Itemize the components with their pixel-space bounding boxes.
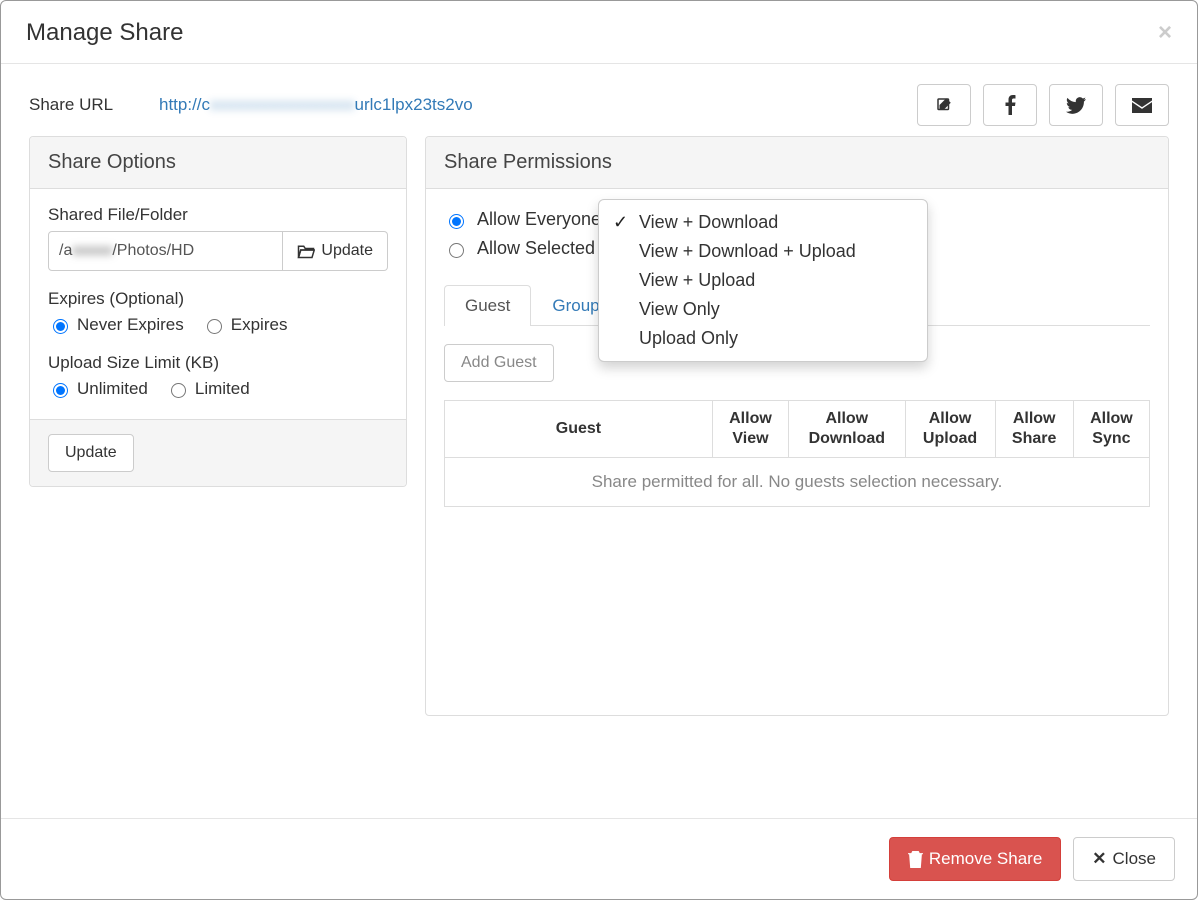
share-url-row: Share URL http://cxxxxxxxxxxxxxxxxxurlc1… [29,84,1169,126]
radio-allow-everyone-input[interactable] [449,214,464,229]
modal-title: Manage Share [26,19,183,47]
permission-level-dropdown[interactable]: ✓ View + Download View + Download + Uplo… [598,199,928,362]
radio-expires-input[interactable] [207,319,222,334]
email-share-button[interactable] [1115,84,1169,126]
facebook-icon [1005,95,1016,115]
expires-section: Expires (Optional) Never Expires Expires [48,289,388,335]
edit-icon [935,96,953,114]
upload-limit-radios: Unlimited Limited [48,379,388,399]
radio-never-expires[interactable]: Never Expires [48,315,184,335]
facebook-share-button[interactable] [983,84,1037,126]
share-options-footer: Update [30,419,406,486]
guest-table-empty-message: Share permitted for all. No guests selec… [445,458,1150,507]
dropdown-option-upload-only[interactable]: Upload Only [599,324,927,353]
content-columns: Share Options Shared File/Folder /axxxxx… [29,136,1169,716]
shared-path-group: /axxxxx/Photos/HD Update [48,231,388,271]
edit-url-button[interactable] [917,84,971,126]
dropdown-option-view-only[interactable]: View Only [599,295,927,324]
close-button[interactable]: ✕ Close [1073,837,1175,881]
close-x-icon: ✕ [1092,849,1106,869]
dropdown-option-view-download-upload[interactable]: View + Download + Upload [599,237,927,266]
radio-limited-input[interactable] [171,383,186,398]
expires-label: Expires (Optional) [48,289,388,309]
expires-radios: Never Expires Expires [48,315,388,335]
radio-unlimited[interactable]: Unlimited [48,379,148,399]
share-permissions-heading: Share Permissions [426,137,1168,189]
check-icon: ✓ [613,212,639,233]
share-url-label: Share URL [29,95,159,115]
envelope-icon [1132,98,1152,113]
tab-guest[interactable]: Guest [444,285,531,326]
share-permissions-body: Allow Everyone Allow Selected U ✓ View +… [426,189,1168,715]
close-icon[interactable]: × [1158,21,1172,45]
col-allow-view: AllowView [712,401,788,458]
dropdown-option-view-download[interactable]: ✓ View + Download [599,208,927,237]
twitter-share-button[interactable] [1049,84,1103,126]
trash-icon [908,851,923,868]
share-url-link[interactable]: http://cxxxxxxxxxxxxxxxxxurlc1lpx23ts2vo [159,95,917,115]
modal-body: Share URL http://cxxxxxxxxxxxxxxxxxurlc1… [1,64,1197,818]
guest-permissions-table: Guest AllowView AllowDownload AllowUploa… [444,400,1150,507]
shared-file-label: Shared File/Folder [48,205,388,225]
radio-expires[interactable]: Expires [202,315,288,335]
col-allow-upload: AllowUpload [905,401,995,458]
radio-never-expires-input[interactable] [53,319,68,334]
remove-share-button[interactable]: Remove Share [889,837,1061,881]
col-allow-share: AllowShare [995,401,1073,458]
dropdown-option-view-upload[interactable]: View + Upload [599,266,927,295]
shared-path-input[interactable]: /axxxxx/Photos/HD [48,231,283,271]
update-options-button[interactable]: Update [48,434,134,472]
folder-open-icon [297,244,315,259]
share-options-body: Shared File/Folder /axxxxx/Photos/HD Upd… [30,189,406,419]
add-guest-button[interactable]: Add Guest [444,344,554,382]
upload-limit-section: Upload Size Limit (KB) Unlimited Limited [48,353,388,399]
radio-allow-selected-input[interactable] [449,243,464,258]
col-allow-sync: AllowSync [1073,401,1149,458]
share-action-buttons [917,84,1169,126]
shared-file-section: Shared File/Folder /axxxxx/Photos/HD Upd… [48,205,388,271]
col-allow-download: AllowDownload [789,401,906,458]
col-guest: Guest [445,401,713,458]
share-options-panel: Share Options Shared File/Folder /axxxxx… [29,136,407,487]
radio-unlimited-input[interactable] [53,383,68,398]
modal-header: Manage Share × [1,1,1197,64]
modal-footer: Remove Share ✕ Close [1,818,1197,899]
share-permissions-panel: Share Permissions Allow Everyone Allow S… [425,136,1169,716]
share-options-heading: Share Options [30,137,406,189]
twitter-icon [1066,97,1086,114]
update-path-button[interactable]: Update [283,231,388,271]
radio-limited[interactable]: Limited [166,379,250,399]
upload-limit-label: Upload Size Limit (KB) [48,353,388,373]
manage-share-modal: Manage Share × Share URL http://cxxxxxxx… [0,0,1198,900]
